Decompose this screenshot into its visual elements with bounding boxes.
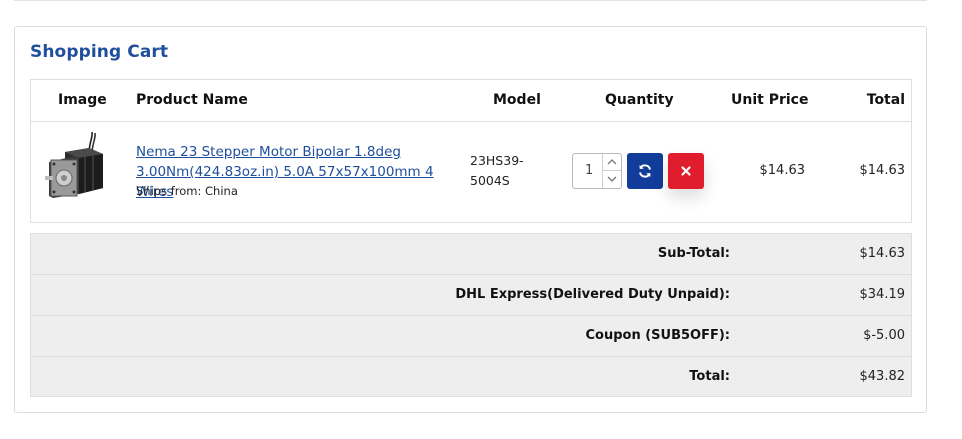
- coupon-row: Coupon (SUB5OFF): $-5.00: [31, 316, 911, 357]
- subtotal-value: $14.63: [859, 246, 906, 261]
- cart-table: Image Product Name Model Quantity Unit P…: [30, 79, 912, 223]
- quantity-stepper[interactable]: 1: [572, 153, 622, 189]
- column-header-image: Image: [58, 92, 107, 108]
- ships-from-text: Ships from: China: [136, 184, 238, 198]
- product-model: 23HS39- 5004S: [470, 151, 540, 191]
- product-image[interactable]: [45, 130, 111, 200]
- quantity-spinner: [602, 154, 621, 188]
- shipping-row: DHL Express(Delivered Duty Unpaid): $34.…: [31, 275, 911, 316]
- row-total: $14.63: [859, 163, 906, 178]
- close-icon: [681, 166, 691, 176]
- column-header-total: Total: [866, 92, 905, 108]
- refresh-icon: [639, 164, 651, 178]
- subtotal-label: Sub-Total:: [657, 246, 730, 261]
- order-totals: Sub-Total: $14.63 DHL Express(Delivered …: [30, 233, 912, 397]
- column-header-model: Model: [493, 92, 541, 108]
- quantity-input[interactable]: 1: [585, 163, 593, 178]
- update-quantity-button[interactable]: [627, 153, 663, 189]
- remove-item-button[interactable]: [668, 153, 704, 189]
- chevron-down-icon[interactable]: [603, 171, 621, 188]
- subtotal-row: Sub-Total: $14.63: [31, 234, 911, 275]
- shipping-label: DHL Express(Delivered Duty Unpaid):: [455, 287, 730, 302]
- shipping-value: $34.19: [859, 287, 906, 302]
- page-title: Shopping Cart: [30, 42, 169, 62]
- cart-table-header: Image Product Name Model Quantity Unit P…: [31, 80, 911, 122]
- product-model-line-2: 5004S: [470, 173, 510, 188]
- column-header-unit-price: Unit Price: [731, 92, 809, 108]
- coupon-value: $-5.00: [863, 328, 905, 343]
- unit-price: $14.63: [759, 163, 806, 178]
- grand-total-label: Total:: [689, 369, 730, 384]
- shopping-cart-panel: Shopping Cart Image Product Name Model Q…: [14, 26, 927, 413]
- product-model-line-1: 23HS39-: [470, 153, 524, 168]
- grand-total-value: $43.82: [859, 369, 906, 384]
- grand-total-row: Total: $43.82: [31, 357, 911, 398]
- column-header-product-name: Product Name: [136, 92, 248, 108]
- top-divider: [14, 0, 927, 1]
- column-header-quantity: Quantity: [605, 92, 674, 108]
- chevron-up-icon[interactable]: [603, 154, 621, 171]
- table-row: Nema 23 Stepper Motor Bipolar 1.8deg 3.0…: [31, 122, 911, 222]
- coupon-label: Coupon (SUB5OFF):: [585, 328, 730, 343]
